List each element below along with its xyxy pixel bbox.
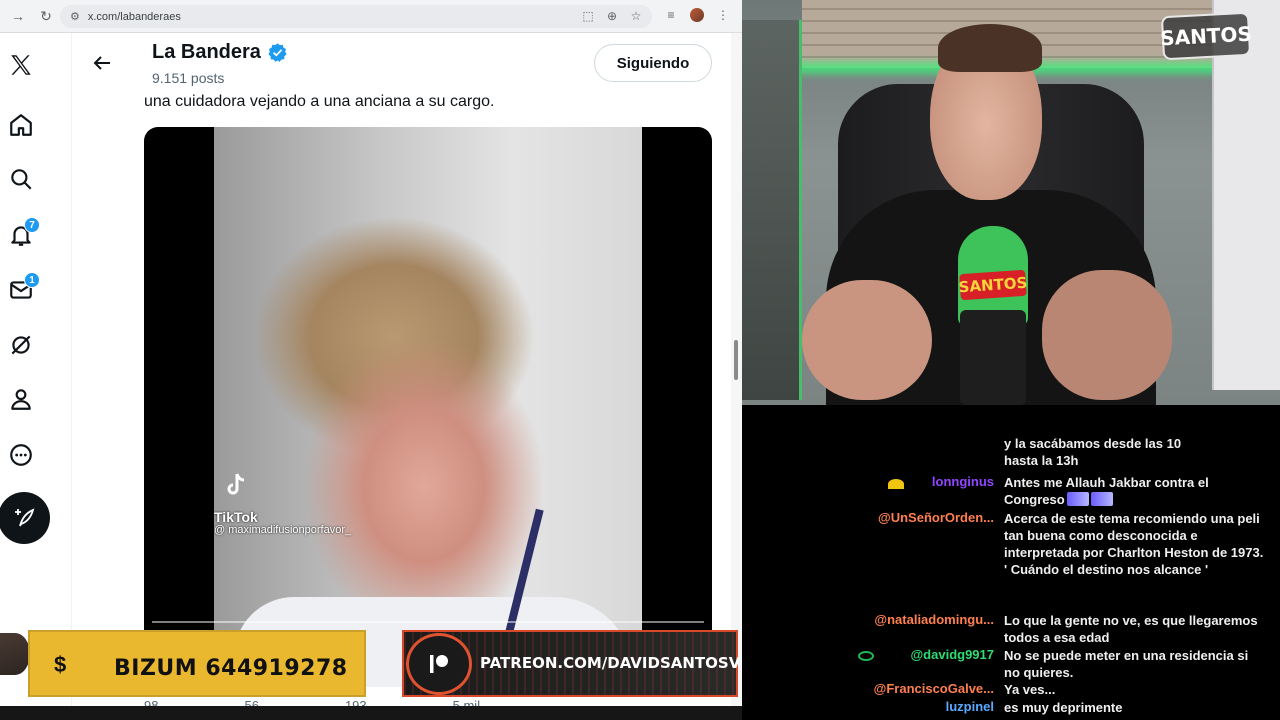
back-arrow-icon[interactable]: [90, 51, 114, 75]
chat-message-line: y la sacábamos desde las 10: [1004, 436, 1182, 451]
profile-name: La Bandera: [152, 41, 288, 64]
more-options-icon[interactable]: ⋮: [716, 8, 730, 22]
zoom-icon[interactable]: ⊕: [606, 9, 618, 23]
more-circle-icon[interactable]: [0, 435, 42, 475]
tiktok-username: @ maximadifusionporfavor_: [214, 524, 352, 536]
chat-username[interactable]: @FranciscoGalve...: [874, 681, 994, 696]
home-icon[interactable]: [0, 105, 42, 145]
profile-avatar[interactable]: [690, 8, 704, 22]
bizum-dollar-icon: $: [54, 652, 67, 677]
verified-badge-icon: [267, 42, 288, 63]
chat-message-text: es muy deprimente: [1004, 700, 1123, 715]
chat-username[interactable]: lonnginus: [932, 474, 994, 489]
chat-username[interactable]: @UnSeñorOrden...: [878, 510, 994, 525]
chat-emote-icon: [1066, 492, 1089, 506]
reload-icon[interactable]: ↻: [36, 6, 56, 26]
tiktok-watermark: TikTok: [214, 509, 258, 525]
search-icon[interactable]: [0, 159, 42, 199]
webcam-shelf: [742, 20, 802, 400]
streamer-right-hand: [1042, 270, 1172, 400]
chat-emote-icon: [1090, 492, 1113, 506]
notifications-badge: 7: [24, 217, 40, 233]
chat-message-line: hasta la 13h: [1004, 453, 1079, 468]
live-chat: y la sacábamos desde las 10 hasta la 13h…: [742, 405, 1280, 720]
site-settings-icon[interactable]: ⚙: [70, 10, 80, 23]
forward-arrow-icon[interactable]: →: [8, 6, 28, 26]
account-avatar[interactable]: [0, 633, 30, 675]
microphone-body: [960, 310, 1026, 405]
x-logo-icon[interactable]: [0, 45, 42, 85]
bottom-strip: [0, 706, 742, 720]
video-progress-bar[interactable]: [152, 621, 704, 623]
webcam-door: [1212, 0, 1280, 390]
chat-message-text: Acerca de este tema recomiendo una peli …: [1004, 511, 1264, 577]
profile-person-icon[interactable]: [0, 379, 42, 419]
install-app-icon[interactable]: ⬚: [582, 9, 594, 23]
browser-window: → ↻ ⚙ x.com/labanderaes ⬚ ⊕ ☆ ≡ ⋮ 7 1 La…: [0, 0, 742, 720]
profile-name-text: La Bandera: [152, 41, 261, 63]
patreon-text: PATREON.COM/DAVIDSANTOSVLOG: [480, 654, 742, 672]
santos-logo: SANTOS: [1160, 11, 1252, 61]
following-button[interactable]: Siguiendo: [594, 44, 712, 82]
chat-username[interactable]: luzpinel: [946, 699, 994, 714]
profile-header: La Bandera 9.151 posts Siguiendo: [72, 33, 728, 95]
media-controls-icon[interactable]: ≡: [664, 8, 678, 22]
address-bar[interactable]: ⚙ x.com/labanderaes ⬚ ⊕ ☆: [60, 5, 652, 28]
bizum-text: BIZUM 644919278: [114, 656, 348, 681]
tweet-video[interactable]: TikTok @ maximadifusionporfavor_: [144, 127, 712, 687]
chat-message-text: No se puede meter en una residencia si n…: [1004, 648, 1249, 680]
chat-crown-badge-icon: [888, 479, 904, 489]
bizum-banner: $ BIZUM 644919278: [28, 630, 366, 697]
chat-message-text: Lo que la gente no ve, es que llegaremos…: [1004, 613, 1258, 645]
patreon-logo-icon: [406, 633, 472, 695]
microphone-label: SANTOS: [958, 269, 1028, 301]
scrollbar-thumb[interactable]: [734, 340, 738, 380]
compose-post-button[interactable]: [0, 492, 50, 544]
x-main-column: La Bandera 9.151 posts Siguiendo una cui…: [72, 33, 728, 720]
browser-toolbar: → ↻ ⚙ x.com/labanderaes ⬚ ⊕ ☆ ≡ ⋮: [0, 0, 742, 33]
chat-eye-badge-icon: [858, 651, 874, 661]
streamer-left-hand: [802, 280, 932, 400]
post-count: 9.151 posts: [152, 70, 225, 86]
bookmark-star-icon[interactable]: ☆: [630, 9, 642, 23]
chat-message-text: Ya ves...: [1004, 682, 1056, 697]
messages-badge: 1: [24, 272, 40, 288]
address-bar-url: x.com/labanderaes: [87, 10, 181, 23]
chat-message-text: Antes me Allauh Jakbar contra el Congres…: [1004, 474, 1264, 508]
chat-message-text: y la sacábamos desde las 10 hasta la 13h: [1004, 435, 1264, 469]
x-sidebar: 7 1: [0, 33, 72, 720]
messages-envelope-icon[interactable]: 1: [0, 270, 42, 310]
webcam-feed: SANTOS SANTOS: [742, 0, 1280, 405]
tiktok-logo-icon: [227, 473, 245, 495]
feather-plus-icon: [15, 508, 35, 527]
chat-username[interactable]: @davidg9917: [911, 647, 995, 662]
grok-icon[interactable]: [0, 325, 42, 365]
tweet-text: una cuidadora vejando a una anciana a su…: [144, 93, 495, 110]
video-frame: TikTok @ maximadifusionporfavor_: [214, 127, 642, 687]
streamer-hair: [938, 24, 1042, 72]
notifications-bell-icon[interactable]: 7: [0, 215, 42, 255]
chat-username[interactable]: @nataliadomingu...: [874, 612, 994, 627]
patreon-banner: PATREON.COM/DAVIDSANTOSVLOG: [402, 630, 742, 697]
